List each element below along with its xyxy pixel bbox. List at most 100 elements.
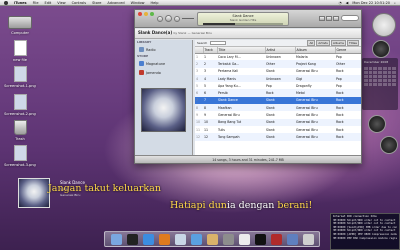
coverflow-view-button[interactable] [333,16,339,21]
menu-controls[interactable]: Controls [72,1,86,5]
desktop-icon-trash[interactable]: Trash [3,120,37,141]
mail-icon[interactable] [174,233,186,245]
table-cell: Rock [335,118,361,126]
menu-edit[interactable]: Edit [45,1,52,5]
table-cell: Bang Bang Tut [217,118,265,126]
table-cell: 3 [196,69,199,74]
menu-store[interactable]: Store [92,1,101,5]
album-view-button[interactable] [326,16,332,21]
desktop-icon-label: Screenshot-3.png [4,163,36,167]
table-row[interactable]: 1 1 Coco Lary M... Unknown Malaria Pop [195,53,361,60]
sidebar-item-jamendo[interactable]: Jamendo [135,68,192,77]
table-row[interactable]: 12 12 Tong Sampah Slank Generasi Biru Rock [195,133,361,141]
game-icon[interactable] [270,233,282,245]
apple-menu-icon[interactable] [4,0,8,5]
chat-icon[interactable] [190,233,202,245]
table-cell: 5 [196,83,199,88]
firefox-icon[interactable] [158,233,170,245]
volume-icon[interactable]: ◀ [346,1,349,5]
table-cell: Apa Yang Ku... [218,83,241,88]
table-cell: Generasi Biru [295,104,335,112]
volume-slider[interactable] [182,18,194,19]
image-file-icon [13,66,27,82]
menubar-clock[interactable]: Mon Dec 22 10:51:20 [352,1,390,5]
list-view-button[interactable] [319,16,325,21]
zoom-icon[interactable] [150,12,154,16]
menu-window[interactable]: Window [131,1,145,5]
calendar-month: December 2008 [364,60,389,64]
table-cell: 6 [203,89,217,97]
itunes-titlebar[interactable]: Slank Dance Slank Golden Hits [135,10,361,28]
table-row[interactable]: 9 9 Generasi Biru Slank Generasi Biru Rock [195,111,361,118]
close-icon[interactable] [138,12,142,16]
widget-album-artwork [18,178,50,208]
cpu-gauge-widget [368,115,386,133]
next-track-button[interactable] [174,16,180,22]
spotlight-icon[interactable]: ⌕ [394,1,396,5]
table-row[interactable]: 5 5 Apa Yang Ku... Pop Dragonfly Pop [195,82,361,89]
trash-icon[interactable] [302,233,314,245]
previous-track-button[interactable] [157,16,163,22]
terminal-icon[interactable] [126,233,138,245]
menu-advanced[interactable]: Advanced [107,1,124,5]
table-cell: Slank [265,133,295,141]
tab-all[interactable]: All [307,40,316,46]
table-row[interactable]: 11 11 Tulis Slank Generasi Biru Rock [195,126,361,133]
desktop-icon-screenshot-1[interactable]: Screenshot-1.png [3,66,37,88]
gauge-widget [372,40,390,58]
finder-icon[interactable] [110,233,122,245]
table-cell: Other [265,60,295,68]
progress-bar[interactable] [203,23,283,25]
table-cell: 11 [196,127,201,132]
table-cell: Slank [265,104,295,112]
desktop-icon-new-file[interactable]: new file [3,40,37,62]
sidebar-item-magnatune[interactable]: Magnatune [135,59,192,68]
table-row[interactable]: 3 3 Pertama Kali Slank Generasi Biru Rock [195,68,361,75]
menu-app-name[interactable]: iTunes [14,1,27,5]
filter-tabs: All Artists Albums Titles [307,40,359,46]
table-row[interactable]: 7 7 Slank Dance Slank Generasi Biru Rock [195,96,361,105]
menu-file[interactable]: File [33,1,39,5]
desktop-icon-label: Screenshot-1.png [4,84,36,88]
sidebar-item-radio[interactable]: Radio [135,45,192,54]
itunes-icon[interactable] [142,233,154,245]
table-cell: Malaria [296,54,308,59]
minimize-icon[interactable] [144,12,148,16]
table-cell: Rock [336,113,344,118]
table-cell: Generasi Biru [296,113,318,118]
menu-view[interactable]: View [57,1,65,5]
source-sidebar: LIBRARY Radio STORE Magnatune Jamendo [135,40,193,156]
desktop-icon-computer[interactable]: Computer [3,16,37,35]
tab-albums[interactable]: Albums [330,40,346,46]
log-line: 3M:00000 PPP BSD Compression module regi… [333,236,397,240]
table-cell: Slank Dance [217,96,265,105]
table-cell: Metal [295,89,335,97]
wifi-icon[interactable]: ◔ [339,1,342,5]
table-cell: 3 [204,69,207,74]
folder-icon[interactable] [286,233,298,245]
tab-artists[interactable]: Artists [316,40,330,46]
table-cell: 4 [203,74,217,83]
tab-titles[interactable]: Titles [347,40,359,46]
table-row[interactable]: 4 4 Lady Manis Unknown Gigi Pop [195,74,361,83]
table-row[interactable]: 10 10 Bang Bang Tut Slank Generasi Biru Rock [195,118,361,126]
play-pause-button[interactable] [165,15,172,22]
table-row[interactable]: 2 2 Terbalut Ga... Other Project Kong Other [195,60,361,68]
table-cell: 5 [204,83,207,88]
table-row[interactable]: 6 6 Persib Rock Metal Rock [195,89,361,97]
clock-widget [372,13,396,37]
table-cell: Persib [217,89,265,97]
desktop-icon-screenshot-2[interactable]: Screenshot-2.png [3,94,37,116]
menu-help[interactable]: Help [150,1,158,5]
search-input[interactable] [341,15,359,21]
calendar-icon[interactable] [238,233,250,245]
table-row[interactable]: 8 8 Maafkan Slank Generasi Biru Rock [195,104,361,112]
table-cell: 2 [203,60,217,68]
console-log-panel: Internet DCD connection Idle 3M:00000 Sh… [330,213,400,250]
system-prefs-icon[interactable] [222,233,234,245]
desktop-icon-screenshot-3[interactable]: Screenshot-3.png [3,145,37,167]
video-icon[interactable] [254,233,266,245]
table-cell: Generasi Biru [218,113,240,118]
filter-input[interactable] [210,41,227,45]
photo-icon[interactable] [206,233,218,245]
